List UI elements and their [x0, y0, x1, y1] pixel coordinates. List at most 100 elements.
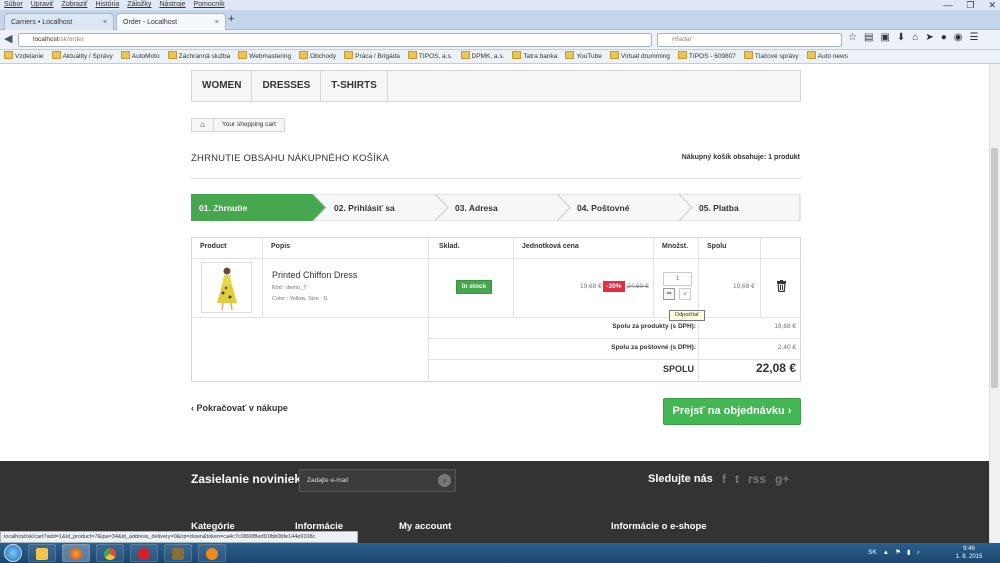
home-icon[interactable]: ⌂	[192, 119, 214, 131]
url-path: /sk/order	[58, 36, 84, 43]
facebook-icon[interactable]: f	[722, 472, 726, 486]
taskbar-explorer[interactable]	[28, 544, 56, 562]
language-indicator[interactable]: SK	[868, 545, 877, 561]
search-input[interactable]: Hľadať	[657, 33, 842, 47]
menu-history[interactable]: História	[96, 0, 120, 10]
bookmark-item[interactable]: Vzdelanie	[4, 50, 44, 63]
quantity-input[interactable]: 1	[663, 272, 692, 286]
chat-icon[interactable]: ◉	[954, 32, 963, 43]
nav-dresses[interactable]: DRESSES	[252, 71, 322, 101]
tray-arrow-icon[interactable]: ▲	[883, 545, 889, 561]
star-icon[interactable]: ☆	[848, 32, 857, 43]
reading-list-icon[interactable]: ▤	[864, 32, 873, 43]
checkout-button[interactable]: Prejsť na objednávku ›	[663, 398, 801, 425]
summary-shipping-value: 2,40 €	[777, 344, 796, 351]
step-summary: 01. Zhrnutie	[199, 203, 248, 213]
bookmark-item[interactable]: Tatra banka	[512, 50, 557, 63]
product-name[interactable]: Printed Chiffon Dress	[272, 270, 357, 280]
total-label: SPOLU	[662, 364, 694, 374]
taskbar-app[interactable]	[164, 544, 192, 562]
lock-icon[interactable]: ▣	[880, 32, 889, 43]
menu-file[interactable]: Súbor	[4, 0, 23, 10]
taskbar-firefox[interactable]	[62, 544, 90, 562]
tab-close-icon[interactable]: ×	[103, 19, 107, 26]
bookmark-item[interactable]: DPMK, a.s.	[461, 50, 505, 63]
home-icon[interactable]: ⌂	[912, 32, 918, 43]
newsletter-submit-icon[interactable]: ›	[438, 474, 451, 487]
col-header-qty: Množst.	[662, 243, 689, 250]
bookmark-item[interactable]: Aktuality / Správy	[52, 50, 113, 63]
row-divider	[191, 258, 801, 259]
system-tray: SK ▲ ⚑ ▮ ♪	[868, 545, 920, 561]
category-nav: WOMEN DRESSES T-SHIRTS	[191, 70, 801, 102]
bookmark-item[interactable]: Webmastering	[238, 50, 291, 63]
opera-icon	[138, 548, 150, 560]
url-bar[interactable]: localhost/sk/order	[18, 33, 652, 47]
network-icon[interactable]: ▮	[907, 545, 911, 561]
bookmark-item[interactable]: Obchody	[299, 50, 336, 63]
start-button[interactable]	[4, 544, 22, 562]
tab-carriers[interactable]: Carriers • Localhost ×	[4, 13, 114, 30]
clock[interactable]: 9:46 1. 8. 2015	[948, 545, 990, 561]
addon-icon[interactable]: ●	[941, 32, 947, 43]
download-icon[interactable]: ⬇	[897, 32, 905, 43]
menu-view[interactable]: Zobraziť	[62, 0, 88, 10]
flag-icon[interactable]: ⚑	[895, 545, 901, 561]
checkout-label: Prejsť na objednávku	[672, 405, 785, 417]
bookmark-item[interactable]: Záchranná služba	[168, 50, 231, 63]
delete-item-button[interactable]	[776, 280, 787, 295]
continue-shopping-link[interactable]: ‹ Pokračovať v nákupe	[191, 403, 288, 413]
taskbar-media-player[interactable]	[198, 544, 226, 562]
total-value: 22,08 €	[755, 361, 796, 375]
col-header-description: Popis	[271, 243, 291, 250]
follow-us-title: Sledujte nás	[648, 473, 713, 485]
bookmark-item[interactable]: AutoMoto	[121, 50, 160, 63]
scrollbar-thumb[interactable]	[991, 148, 998, 388]
step-address: 03. Adresa	[455, 203, 498, 213]
nav-tshirts[interactable]: T-SHIRTS	[321, 71, 388, 101]
nav-women[interactable]: WOMEN	[192, 71, 253, 101]
send-icon[interactable]: ➤	[925, 32, 933, 43]
taskbar-chrome[interactable]	[96, 544, 124, 562]
bookmark-item[interactable]: Virtual drumming	[610, 50, 670, 63]
old-price: 24,60 €	[627, 283, 649, 290]
col-header-total: Spolu	[707, 243, 727, 250]
google-plus-icon[interactable]: g+	[775, 472, 789, 486]
volume-icon[interactable]: ♪	[917, 545, 920, 561]
bookmarks-bar: Vzdelanie Aktuality / Správy AutoMoto Zá…	[0, 50, 1000, 64]
product-image[interactable]	[201, 262, 252, 313]
twitter-icon[interactable]: t	[735, 472, 739, 486]
hamburger-menu-icon[interactable]: ☰	[969, 32, 978, 43]
rss-icon[interactable]: rss	[748, 472, 766, 486]
discount-badge: -20%	[603, 281, 625, 292]
footer-col-account: My account	[399, 521, 452, 532]
bookmark-item[interactable]: Práca / Brigáda	[344, 50, 400, 63]
continue-shopping-label: Pokračovať v nákupe	[196, 403, 288, 413]
row-divider	[428, 359, 801, 360]
bookmark-item[interactable]: YouTube	[565, 50, 602, 63]
unit-price: 19,68 €	[580, 283, 602, 290]
breadcrumb: ⌂ Your shopping cart	[191, 118, 285, 132]
bookmark-item[interactable]: Auto news	[807, 50, 848, 63]
media-player-icon	[206, 548, 218, 560]
trash-icon	[777, 280, 786, 293]
taskbar-opera[interactable]	[130, 544, 158, 562]
chrome-icon	[104, 548, 116, 560]
back-icon[interactable]: ◀	[4, 32, 12, 45]
menu-bookmarks[interactable]: Záložky	[127, 0, 151, 10]
dress-image	[217, 267, 237, 311]
menu-tools[interactable]: Nástroje	[159, 0, 185, 10]
bookmark-item[interactable]: Tlačové správy	[744, 50, 799, 63]
summary-shipping-label: Spolu za poštovné (s DPH):	[611, 344, 696, 351]
newsletter-email-input[interactable]: Zadajte e-mail	[299, 469, 456, 492]
summary-products-label: Spolu za produkty (s DPH):	[612, 323, 696, 330]
menu-edit[interactable]: Upraviť	[31, 0, 54, 10]
tab-close-icon[interactable]: ×	[215, 19, 219, 26]
bookmark-item[interactable]: TIPOS - 609807	[678, 50, 736, 63]
tab-order[interactable]: Order - Localhost ×	[116, 13, 226, 30]
quantity-increase-button[interactable]: +	[679, 288, 691, 300]
quantity-decrease-button[interactable]: −	[663, 288, 675, 300]
menu-help[interactable]: Pomocník	[193, 0, 224, 10]
bookmark-item[interactable]: TIPOS, a.s.	[408, 50, 453, 63]
new-tab-button[interactable]: +	[228, 13, 234, 25]
